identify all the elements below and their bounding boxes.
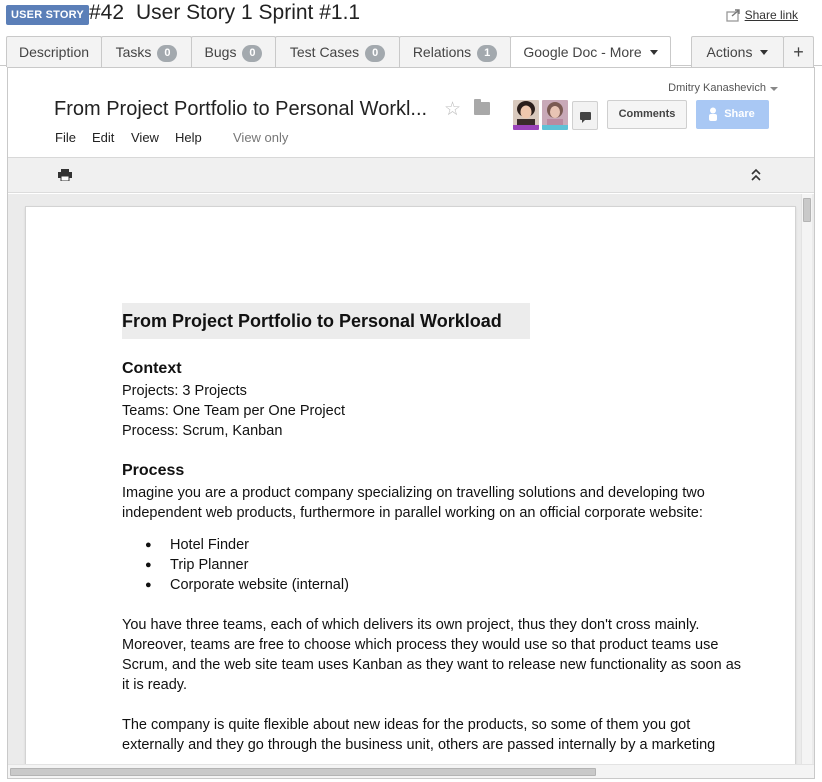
actions-label: Actions	[706, 44, 753, 60]
tab-google-doc[interactable]: Google Doc - More	[510, 36, 671, 68]
horizontal-scrollbar[interactable]	[8, 764, 814, 778]
tab-bugs[interactable]: Bugs 0	[191, 36, 276, 67]
scrollbar-thumb[interactable]	[10, 768, 596, 776]
menu-edit[interactable]: Edit	[92, 130, 114, 145]
person-icon	[709, 107, 717, 121]
doc-viewport[interactable]: From Project Portfolio to Personal Workl…	[8, 194, 814, 764]
plus-icon: +	[793, 42, 804, 62]
doc-title[interactable]: From Project Portfolio to Personal Workl…	[54, 98, 427, 121]
chevron-down-icon	[760, 50, 769, 55]
chevron-down-icon	[649, 50, 658, 55]
avatar[interactable]	[542, 100, 568, 130]
tab-label: Bugs	[204, 44, 237, 60]
avatar[interactable]	[513, 100, 539, 130]
entity-type-badge: USER STORY	[6, 5, 89, 25]
tab-description[interactable]: Description	[6, 36, 102, 67]
share-button[interactable]: Share	[696, 100, 769, 129]
paragraph: You have three teams, each of which deli…	[122, 617, 742, 693]
chat-bubble-icon	[580, 112, 591, 123]
menu-file[interactable]: File	[55, 130, 76, 145]
chat-button[interactable]	[572, 101, 598, 130]
paragraph: The company is quite flexible about new …	[122, 717, 716, 753]
vertical-scrollbar[interactable]	[801, 194, 812, 764]
relations-count-badge: 1	[477, 45, 498, 62]
person-avatar-icon	[542, 100, 568, 125]
story-number: #42	[89, 1, 125, 24]
story-header: USER STORY #42 User Story 1 Sprint #1.1 …	[0, 0, 822, 34]
person-avatar-icon	[513, 100, 539, 125]
context-line: Projects: 3 Projects	[122, 383, 247, 399]
comments-button[interactable]: Comments	[607, 100, 687, 129]
story-title[interactable]: User Story 1 Sprint #1.1	[136, 1, 360, 25]
list-item: Corporate website (internal)	[145, 575, 742, 595]
tasks-count-badge: 0	[157, 45, 178, 62]
share-link[interactable]: Share link	[745, 8, 798, 22]
folder-icon[interactable]	[474, 99, 490, 115]
chevron-down-icon[interactable]	[770, 87, 778, 91]
tab-label: Tasks	[115, 44, 152, 60]
view-only-label: View only	[233, 130, 289, 145]
doc-toolbar: Dmitry Kanashevich From Project Portfoli…	[8, 68, 814, 158]
tab-label: Relations	[412, 44, 472, 60]
scrollbar-thumb[interactable]	[803, 198, 811, 222]
process-intro: Imagine you are a product company specia…	[122, 485, 705, 521]
share-arrow-icon[interactable]	[726, 8, 742, 22]
tab-test-cases[interactable]: Test Cases 0	[275, 36, 400, 67]
bugs-count-badge: 0	[242, 45, 263, 62]
tab-label: Google Doc - More	[523, 44, 642, 60]
double-chevron-up-icon[interactable]	[750, 168, 762, 182]
context-line: Teams: One Team per One Project	[122, 403, 345, 419]
project-list: Hotel Finder Trip Planner Corporate webs…	[122, 535, 742, 595]
context-line: Process: Scrum, Kanban	[122, 423, 283, 439]
doc-page: From Project Portfolio to Personal Workl…	[25, 206, 796, 764]
process-heading: Process	[122, 462, 185, 479]
user-name[interactable]: Dmitry Kanashevich	[668, 82, 766, 94]
avatar-color-bar	[513, 125, 539, 130]
google-doc-frame: Dmitry Kanashevich From Project Portfoli…	[7, 67, 815, 779]
avatar-color-bar	[542, 125, 568, 130]
actions-dropdown[interactable]: Actions	[691, 36, 784, 67]
list-item: Trip Planner	[145, 555, 742, 575]
add-tab-button[interactable]: +	[783, 36, 814, 67]
tab-tasks[interactable]: Tasks 0	[101, 36, 192, 67]
menu-view[interactable]: View	[131, 130, 159, 145]
tab-label: Description	[18, 44, 90, 60]
context-heading: Context	[122, 360, 182, 377]
doc-heading: From Project Portfolio to Personal Workl…	[122, 303, 530, 339]
doc-content: From Project Portfolio to Personal Workl…	[122, 303, 742, 755]
list-item: Hotel Finder	[145, 535, 742, 555]
menu-help[interactable]: Help	[175, 130, 202, 145]
doc-print-bar	[8, 158, 814, 193]
tab-relations[interactable]: Relations 1	[399, 36, 511, 67]
print-icon[interactable]	[58, 169, 72, 181]
star-icon[interactable]: ☆	[444, 98, 461, 121]
share-label: Share	[724, 108, 755, 120]
tab-bar: Description Tasks 0 Bugs 0 Test Cases 0 Rel…	[0, 36, 822, 68]
tab-label: Test Cases	[289, 44, 360, 60]
test-cases-count-badge: 0	[365, 45, 386, 62]
